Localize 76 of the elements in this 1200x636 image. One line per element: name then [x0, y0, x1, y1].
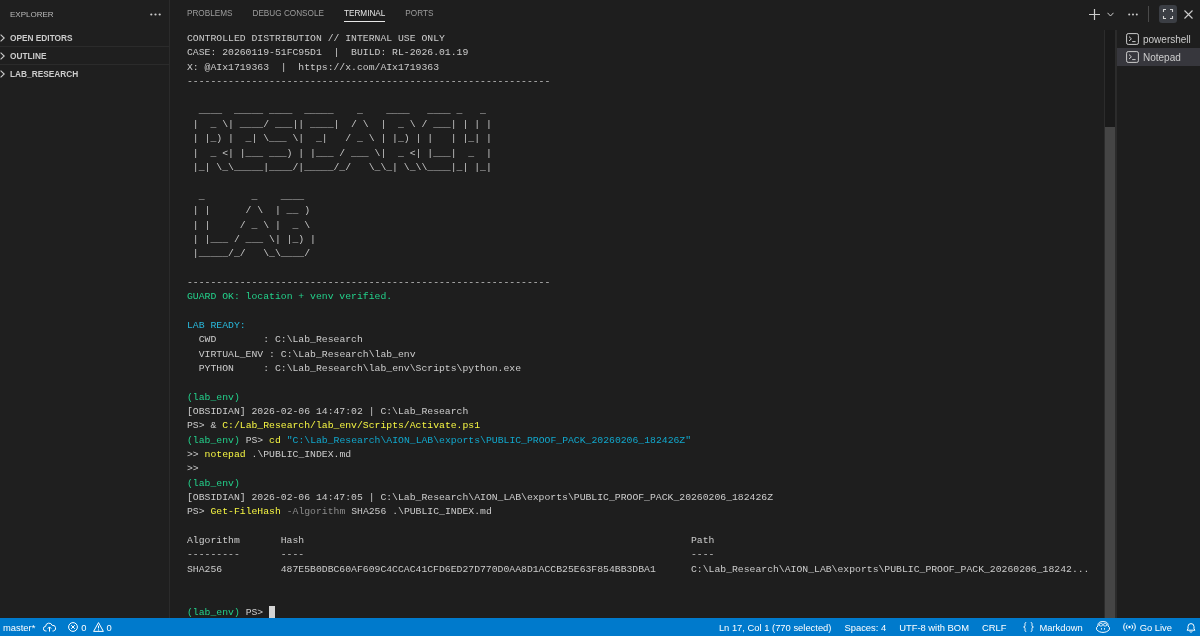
more-icon[interactable] [150, 12, 161, 16]
terminal-text: VIRTUAL_ENV : C:\Lab_Research\lab_env [198, 348, 416, 360]
command-text: notepad [204, 449, 246, 461]
plus-icon[interactable] [1089, 8, 1100, 20]
session-item[interactable]: Notepad [1117, 48, 1200, 66]
status-item[interactable]: CRLF [979, 618, 1009, 636]
terminal-text: SHA256 .\PUBLIC_INDEX.md [351, 506, 492, 518]
terminal-text: PS> & [187, 420, 217, 432]
command-text: Get-FileHash [210, 506, 281, 518]
terminal-text: [OBSIDIAN] 2026-02-06 14:47:02 | C:\Lab_Research [187, 406, 469, 417]
language-button[interactable]: Markdown [1021, 618, 1085, 636]
terminal-text: CASE: 20260119-51FC95D1 | BUILD: RL-2026.01.19 [187, 47, 469, 59]
section-header[interactable]: OPEN EDITORS [0, 28, 169, 46]
table-cell-text: SHA256 [187, 562, 223, 577]
ascii-art-title: _ _ ____ | | / \ | __ ) | | / _ \ | _ \ | |___ / ___ \| |_) | |_____/_/ \_\____/ [192, 189, 316, 262]
table-cell-text: C:\Lab_Research\AION_LAB\exports\PUBLIC_PROOF_PACK_20260206_18242... [690, 562, 1090, 577]
column-header: Algorithm [187, 534, 240, 549]
terminal-text: -------------------------------------------------------------- [187, 276, 551, 288]
cloud-upload-icon[interactable] [43, 622, 57, 632]
section-header[interactable]: LAB_RESEARCH [0, 64, 169, 82]
scrollbar-thumb[interactable] [1105, 127, 1115, 618]
success-text: (lab_env) [187, 606, 240, 618]
success-text: (lab_env) [187, 391, 240, 403]
column-rule-text: ---- [690, 548, 715, 563]
close-icon[interactable] [1184, 9, 1193, 19]
status-item[interactable]: UTF-8 with BOM [897, 618, 971, 636]
chevron-down-icon[interactable] [1107, 11, 1114, 17]
terminal-text: PYTHON : C:\Lab_Research\lab_env\Scripts\python.exe [198, 362, 522, 374]
terminal-text: CONTROLLED DISTRIBUTION // INTERNAL USE ONLY [187, 33, 445, 44]
table-cell-text: 487E5B0DBC60AF609C4CCAC41CFD6ED27D770D0AA8D1ACCB25E63F854BB3DBA1 [280, 562, 656, 577]
status-item[interactable]: Ln 17, Col 1 (770 selected) [716, 618, 834, 636]
command-text: C:/Lab_Research/lab_env/Scripts/Activate.ps1 [222, 420, 481, 432]
braces-icon [1023, 622, 1035, 632]
column-rule-text: --------- [187, 548, 240, 563]
bell-icon[interactable] [1186, 621, 1196, 633]
success-text: (lab_env) [187, 434, 240, 446]
error-icon [68, 622, 79, 632]
broadcast-icon [1122, 622, 1136, 632]
panel-tab[interactable]: DEBUG CONSOLE [252, 6, 324, 22]
success-text: (lab_env) [187, 477, 240, 489]
success-text: GUARD OK: location + venv verified. [187, 291, 393, 303]
maximize-icon[interactable] [1159, 5, 1177, 23]
terminal-text: >> [187, 449, 199, 461]
command-text: cd [269, 434, 281, 446]
terminal-icon [1126, 51, 1139, 63]
parameter-text: -Algorithm [286, 506, 346, 518]
status-item[interactable]: Spaces: 4 [842, 618, 889, 636]
panel-tab[interactable]: PORTS [405, 6, 434, 22]
terminal-text: -------------------------------------------------------------- [187, 76, 551, 88]
section-header[interactable]: OUTLINE [0, 46, 169, 64]
terminal-text: >> [187, 463, 199, 475]
robot-icon[interactable] [1095, 621, 1110, 633]
terminal-icon [1126, 33, 1139, 45]
terminal-text: PS> [245, 606, 264, 618]
scrollbar-track[interactable] [1104, 30, 1116, 618]
terminal-text: PS> [245, 434, 264, 446]
column-rule-text: ---- [280, 548, 305, 563]
panel-tab[interactable]: TERMINAL [343, 6, 386, 22]
sidebar-title: EXPLORER [10, 9, 54, 19]
heading-text: LAB READY: [187, 319, 246, 331]
terminal-text: .\PUBLIC_INDEX.md [251, 449, 352, 461]
more-icon[interactable] [1128, 12, 1138, 16]
problems-button[interactable]: 0 0 [66, 618, 117, 636]
column-header: Path [690, 534, 715, 549]
panel-tab[interactable]: PROBLEMS [187, 6, 233, 22]
string-text: "C:\Lab_Research\AION_LAB\exports\PUBLIC_PROOF_PACK_20260206_182426Z" [286, 434, 692, 446]
terminal-text: PS> [187, 506, 205, 518]
warning-icon [92, 622, 104, 632]
session-item[interactable]: powershell [1117, 30, 1200, 48]
branch-button[interactable]: master* [1, 618, 38, 636]
terminal-text: CWD : C:\Lab_Research [198, 334, 363, 346]
column-header: Hash [280, 534, 305, 549]
ascii-art-title: ____ _____ ____ _____ _ ____ ____ _ _ | _ \| ____/ ___|| ____| / \ | _ \ / ___| | | | | |_) | _| \___ \| _| / _ \ | |_) | | | |_| | | _ <| |___ ___) | |___ / ___ \| _ <| |___| _ | |_| \_\_____|____/|_____/_/ \_\_| \_\\____|_| |_| [192, 103, 492, 176]
terminal-text: X: @AIx1719363 | https://x.com/AIx1719363 [187, 61, 439, 73]
go-live-button[interactable]: Go Live [1120, 618, 1174, 636]
terminal-text: [OBSIDIAN] 2026-02-06 14:47:05 | C:\Lab_Research\AION_LAB\exports\PUBLIC_PROOF_PACK_20260206_182426Z [187, 492, 774, 504]
